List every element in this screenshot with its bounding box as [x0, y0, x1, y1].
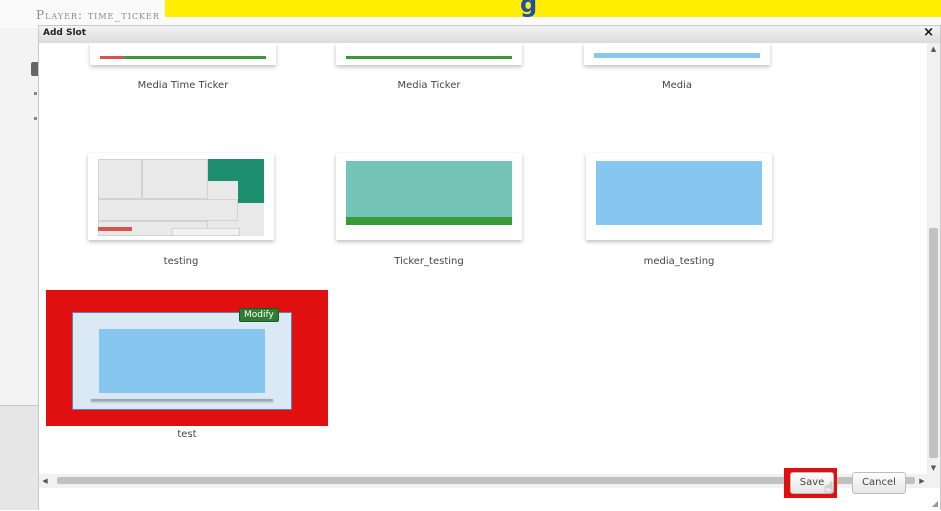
ticker-bar [100, 56, 266, 59]
slot-label[interactable]: Media Time Ticker [63, 80, 303, 91]
background-divider [0, 405, 38, 406]
slot-thumbnail-test[interactable] [72, 312, 292, 410]
dialog-title: Add Slot [43, 28, 87, 38]
scroll-thumb[interactable] [929, 228, 938, 458]
slot-label[interactable]: Media Ticker [309, 80, 549, 91]
slot-label[interactable]: Media [557, 80, 797, 91]
slot-thumbnail-ticker-testing[interactable] [336, 153, 522, 240]
scroll-down-icon[interactable]: ▼ [927, 462, 940, 474]
zone [208, 159, 238, 181]
zone [98, 159, 142, 199]
background-bullet [34, 117, 37, 120]
background-panel [0, 405, 38, 510]
media-area [346, 161, 512, 217]
ticker-bar [346, 217, 512, 225]
zone [238, 159, 264, 203]
card-shadow [91, 399, 273, 401]
slot-gallery[interactable]: Media Time Ticker Media Ticker Media tes… [39, 43, 928, 474]
slot-thumbnail-media-testing[interactable] [586, 153, 772, 240]
dialog-titlebar[interactable]: Add Slot × [39, 25, 940, 44]
mouse-cursor-icon: ☝ [824, 478, 834, 497]
page-title: Player: time_ticker [36, 8, 160, 22]
scroll-up-icon[interactable]: ▲ [927, 43, 940, 55]
layout-canvas [98, 159, 264, 236]
slot-thumbnail-media-ticker[interactable] [336, 43, 522, 65]
close-icon[interactable]: × [923, 25, 934, 40]
slot-label[interactable]: test [67, 429, 307, 440]
media-area [594, 53, 760, 58]
zone [142, 159, 208, 199]
ticker-bar [346, 56, 512, 59]
slot-label[interactable]: testing [61, 256, 301, 267]
vertical-scrollbar[interactable]: ▲ ▼ [927, 43, 940, 474]
add-slot-dialog: Add Slot × Media Time Ticker Media Ticke… [38, 25, 941, 511]
media-area [596, 161, 762, 225]
scroll-left-icon[interactable]: ◀ [39, 474, 51, 488]
cancel-button[interactable]: Cancel [852, 472, 906, 494]
banner-text: g [520, 0, 538, 18]
scroll-corner [927, 474, 940, 488]
slot-thumbnail-testing[interactable] [88, 153, 274, 240]
slot-thumbnail-media-time-ticker[interactable] [90, 43, 276, 65]
modify-button[interactable]: Modify [239, 308, 279, 322]
time-bar [100, 56, 124, 59]
resize-grip-icon[interactable]: ◢ [932, 499, 938, 508]
overlay-banner: g [165, 0, 941, 18]
time-bar [98, 227, 132, 231]
zone [98, 199, 238, 221]
zone [172, 228, 240, 236]
slot-thumbnail-media[interactable] [584, 43, 770, 65]
background-bullet [34, 92, 37, 95]
slot-label[interactable]: Ticker_testing [309, 256, 549, 267]
slot-label[interactable]: media_testing [559, 256, 799, 267]
media-area [99, 329, 265, 393]
